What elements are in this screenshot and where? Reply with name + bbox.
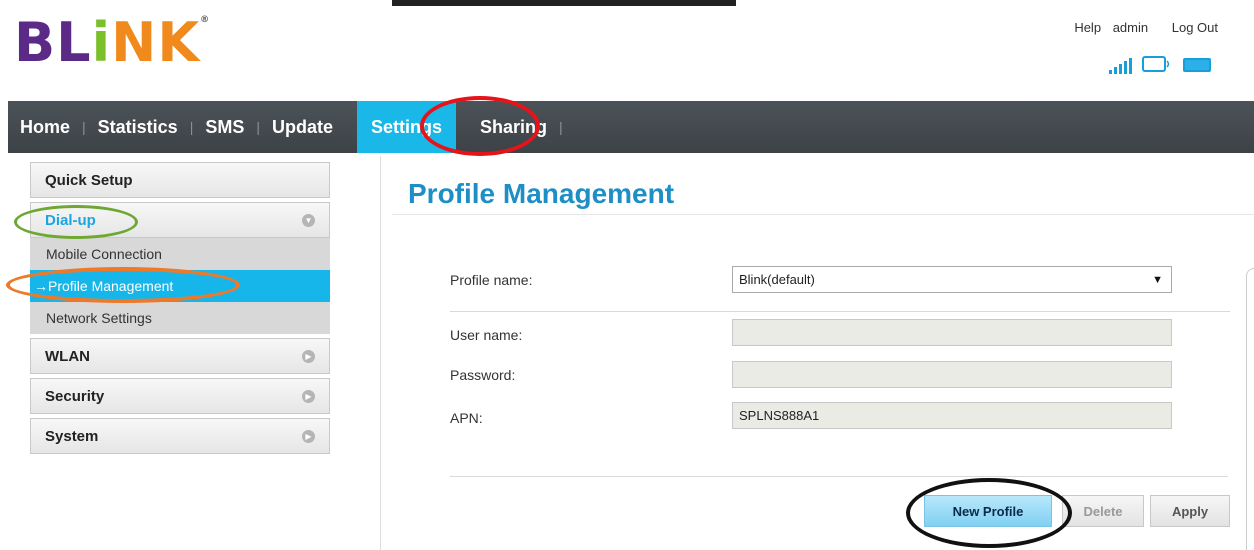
dialup-submenu: Mobile Connection → Profile Management Ne… — [30, 238, 330, 334]
sidebar-item-label: Quick Setup — [45, 171, 133, 189]
arrow-right-icon: → — [34, 278, 48, 294]
sidebar-item-mobile-connection[interactable]: Mobile Connection — [30, 238, 330, 270]
logo-letter: K — [157, 11, 201, 74]
profile-name-label: Profile name: — [450, 272, 533, 288]
chevron-right-icon: ▶ — [302, 349, 315, 363]
router-admin-page: BLiNK® Help admin Log Out Home | Statist… — [0, 0, 1254, 550]
apn-label: APN: — [450, 410, 483, 426]
main-nav: Home | Statistics | SMS | Update Setting… — [8, 101, 1254, 153]
sidebar-item-profile-management[interactable]: → Profile Management — [30, 270, 330, 302]
logo-letter: L — [56, 11, 92, 74]
battery-icon — [1183, 58, 1211, 72]
content-divider — [380, 156, 381, 550]
signal-icon — [1109, 58, 1132, 74]
sidebar-item-label: System — [45, 427, 99, 445]
username-field[interactable] — [732, 319, 1172, 346]
sidebar-item-label: Dial-up — [45, 211, 96, 229]
logout-link[interactable]: Log Out — [1172, 20, 1218, 35]
password-field[interactable] — [732, 361, 1172, 388]
help-link[interactable]: Help — [1074, 20, 1101, 35]
form-divider — [450, 311, 1230, 312]
user-link[interactable]: admin — [1113, 20, 1148, 35]
panel-edge — [1246, 268, 1254, 550]
chevron-down-icon: ▼ — [302, 213, 315, 227]
chevron-right-icon: ▶ — [302, 389, 315, 403]
sidebar-item-wlan[interactable]: WLAN ▶ — [30, 338, 330, 374]
apn-field[interactable]: SPLNS888A1 — [732, 402, 1172, 429]
sidebar-item-label: Security — [45, 387, 105, 405]
profile-name-value: Blink(default) — [739, 272, 815, 287]
blink-logo: BLiNK® — [14, 16, 210, 70]
title-divider — [392, 214, 1254, 215]
profile-name-select[interactable]: Blink(default) ▼ — [732, 266, 1172, 293]
tab-sharing[interactable]: Sharing — [468, 101, 559, 153]
form-bottom-divider — [450, 476, 1228, 477]
page-title: Profile Management — [408, 178, 675, 209]
logo-letter: N — [111, 11, 158, 74]
new-profile-button[interactable]: New Profile — [924, 495, 1052, 527]
status-icons — [1109, 56, 1214, 74]
tab-home[interactable]: Home — [8, 101, 82, 153]
tab-settings[interactable]: Settings — [357, 101, 457, 153]
sidebar: Quick Setup Dial-up ▼ Mobile Connection … — [30, 162, 330, 458]
tab-statistics[interactable]: Statistics — [86, 101, 190, 153]
logo-letter: i — [91, 11, 112, 74]
sidebar-item-security[interactable]: Security ▶ — [30, 378, 330, 414]
nav-separator: | — [559, 119, 563, 135]
apn-value: SPLNS888A1 — [739, 408, 820, 423]
logo-letter: B — [14, 11, 57, 74]
top-dark-strip — [392, 0, 736, 6]
delete-button[interactable]: Delete — [1062, 495, 1144, 527]
logo-trademark: ® — [200, 15, 211, 25]
sidebar-item-system[interactable]: System ▶ — [30, 418, 330, 454]
header: BLiNK® Help admin Log Out — [0, 0, 1254, 100]
top-links: Help admin Log Out — [1066, 20, 1218, 35]
tab-sms[interactable]: SMS — [193, 101, 256, 153]
sidebar-item-label: WLAN — [45, 347, 90, 365]
sidebar-item-quick-setup[interactable]: Quick Setup — [30, 162, 330, 198]
sidebar-item-label: Profile Management — [48, 278, 174, 294]
monitor-icon — [1142, 56, 1170, 72]
apply-button[interactable]: Apply — [1150, 495, 1230, 527]
chevron-right-icon: ▶ — [302, 429, 315, 443]
username-label: User name: — [450, 327, 523, 343]
password-label: Password: — [450, 367, 516, 383]
dropdown-arrow-icon: ▼ — [1152, 273, 1163, 286]
tab-update[interactable]: Update — [260, 101, 345, 153]
sidebar-item-network-settings[interactable]: Network Settings — [30, 302, 330, 334]
sidebar-item-dialup[interactable]: Dial-up ▼ — [30, 202, 330, 238]
